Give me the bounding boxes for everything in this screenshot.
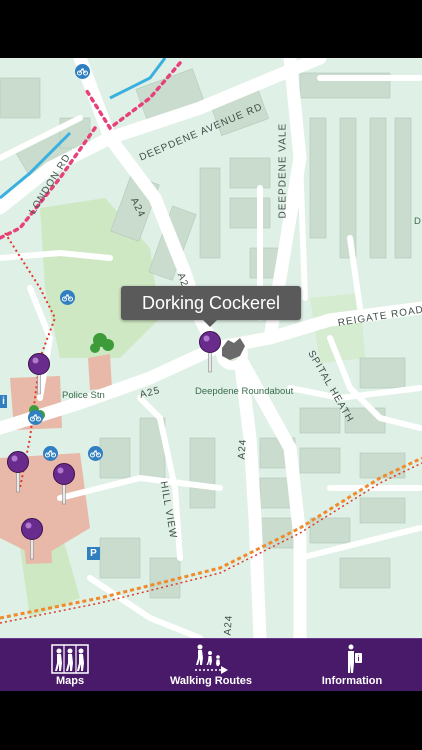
tab-walking-routes-label: Walking Routes xyxy=(169,675,253,687)
system-nav-bar xyxy=(0,691,422,750)
tab-maps[interactable]: Maps xyxy=(0,639,140,691)
road-label-a24-bottom: A24 xyxy=(222,614,235,636)
tab-information[interactable]: i Information xyxy=(282,639,422,691)
place-label-police-stn: Police Stn xyxy=(62,390,105,401)
tab-walking-routes[interactable]: Walking Routes xyxy=(141,639,281,691)
map-pin-police-stn[interactable] xyxy=(26,352,52,396)
map-view[interactable]: DEEPDENE AVENUE RD DEEPDENE VALE LONDON … xyxy=(0,58,422,638)
tab-maps-label: Maps xyxy=(55,675,85,687)
road-label-deepdene-vale: DEEPDENE VALE xyxy=(277,122,289,219)
cycle-icon xyxy=(60,290,75,305)
info-point-icon: i xyxy=(0,395,7,408)
parking-icon: P xyxy=(87,547,100,560)
map-pin-dorking-cockerel[interactable] xyxy=(197,330,223,374)
cycle-icon xyxy=(75,64,90,79)
status-bar xyxy=(0,0,422,58)
place-label-edge-d: D xyxy=(414,216,421,227)
road-label-a24-south: A24 xyxy=(236,438,249,460)
bottom-tab-bar: Maps Walking Routes i Information xyxy=(0,638,422,691)
svg-text:i: i xyxy=(358,656,360,663)
cycle-icon xyxy=(88,446,103,461)
map-callout-title[interactable]: Dorking Cockerel xyxy=(121,286,301,327)
map-pin-left-2[interactable] xyxy=(51,462,77,506)
map-pin-left-1[interactable] xyxy=(5,450,31,494)
app-screen: DEEPDENE AVENUE RD DEEPDENE VALE LONDON … xyxy=(0,0,422,750)
map-pin-left-3[interactable] xyxy=(19,517,45,561)
tab-information-label: Information xyxy=(321,675,383,687)
cycle-icon xyxy=(43,446,58,461)
cycle-icon xyxy=(28,410,43,425)
place-label-deepdene-roundabout: Deepdene Roundabout xyxy=(195,386,294,397)
